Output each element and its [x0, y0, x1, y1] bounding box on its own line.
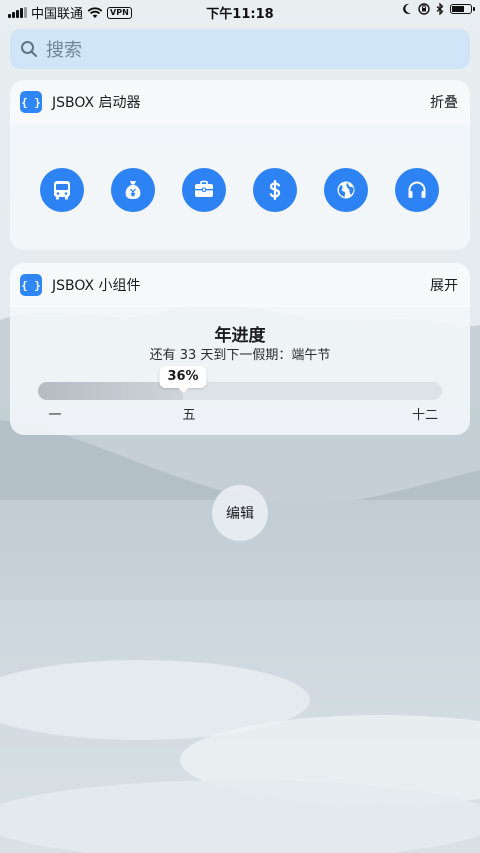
launcher-bus-button[interactable]: [40, 168, 84, 212]
launcher-widget-title: JSBOX 启动器: [52, 95, 141, 111]
edit-button[interactable]: 编辑: [212, 485, 268, 541]
moon-icon: [403, 3, 411, 14]
battery-icon: [450, 4, 475, 14]
globe-icon: [337, 181, 355, 199]
bluetooth-icon: [436, 3, 444, 15]
search-placeholder: 搜索: [46, 40, 82, 61]
briefcase-icon: [195, 180, 213, 197]
progress-widget-title: JSBOX 小组件: [52, 278, 141, 294]
bus-icon: [54, 181, 70, 200]
orientation-lock-icon: [418, 3, 430, 15]
progress-widget: { } JSBOX 小组件 展开 年进度 还有 33 天到下一假期：端午节 36…: [10, 263, 470, 435]
month-label-middle: 五: [182, 408, 196, 423]
launcher-dollar-button[interactable]: [253, 168, 297, 212]
year-progress-heading: 年进度: [214, 326, 266, 346]
launcher-buttons: [10, 168, 470, 212]
year-progress-bar: [38, 382, 442, 400]
launcher-widget-header[interactable]: { } JSBOX 启动器 折叠: [10, 80, 470, 124]
headphones-icon: [408, 181, 426, 198]
progress-percent-label: 36%: [159, 366, 207, 393]
search-bar[interactable]: 搜索: [10, 29, 470, 69]
month-label-end: 十二: [411, 408, 439, 423]
launcher-widget: { } JSBOX 启动器 折叠: [10, 80, 470, 250]
next-holiday-text: 还有 33 天到下一假期：端午节: [149, 348, 331, 363]
money-bag-icon: [125, 181, 141, 199]
status-right: [402, 3, 475, 15]
launcher-globe-button[interactable]: [324, 168, 368, 212]
collapse-button[interactable]: 折叠: [430, 92, 458, 112]
month-label-start: 一: [48, 408, 62, 423]
launcher-music-button[interactable]: [395, 168, 439, 212]
launcher-briefcase-button[interactable]: [182, 168, 226, 212]
progress-widget-header[interactable]: { } JSBOX 小组件 展开: [10, 263, 470, 307]
dollar-icon: [269, 179, 281, 201]
jsbox-app-icon: { }: [20, 91, 42, 113]
launcher-money-button[interactable]: [111, 168, 155, 212]
status-bar: 中国联通 VPN 下午11:18: [0, 0, 480, 24]
search-icon: [21, 41, 37, 57]
jsbox-app-icon: { }: [20, 274, 42, 296]
expand-button[interactable]: 展开: [430, 275, 458, 295]
